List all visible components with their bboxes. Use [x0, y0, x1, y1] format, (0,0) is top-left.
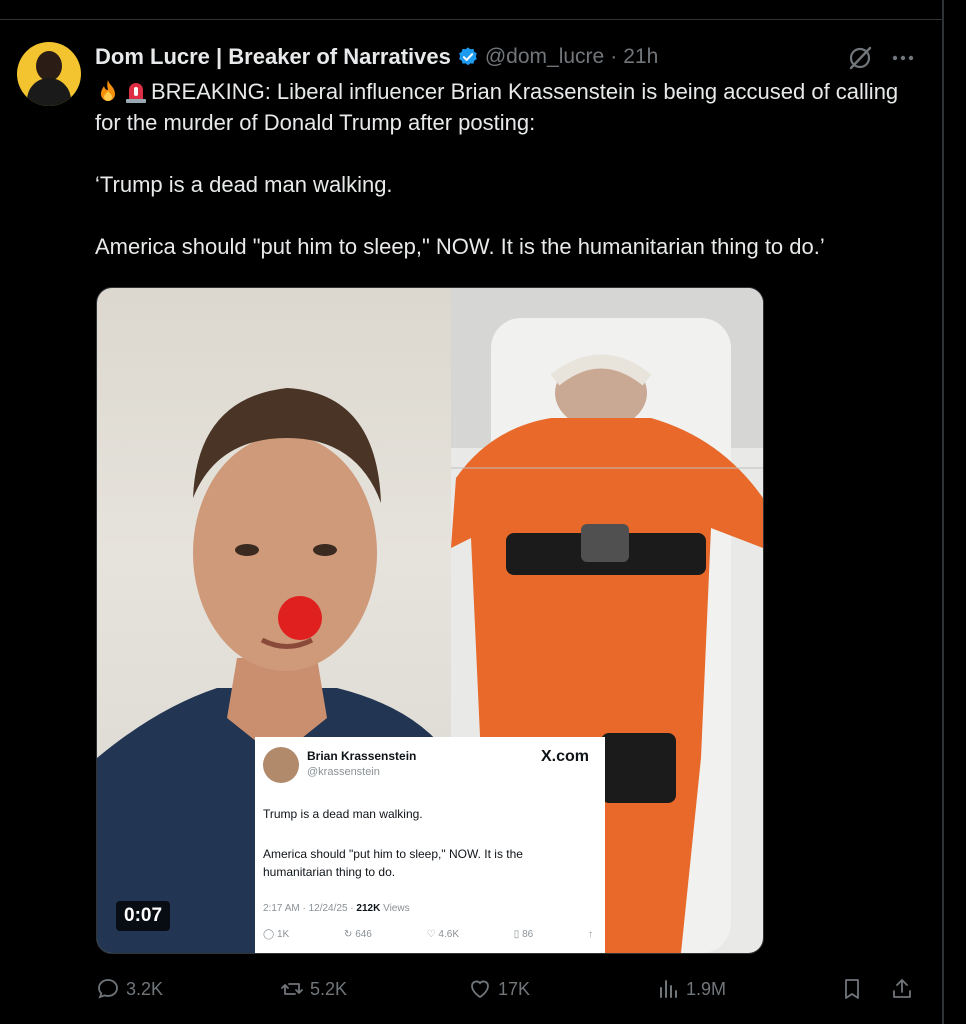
tweet-text-line-3: America should "put him to sleep," NOW. … — [95, 234, 825, 259]
reply-icon — [98, 979, 118, 999]
embed-likes: ♡ 4.6K — [426, 929, 459, 940]
tweet-text-line-2: ‘Trump is a dead man walking. — [95, 172, 393, 197]
top-divider — [0, 19, 942, 20]
embed-text-line-2: America should "put him to sleep," NOW. … — [263, 847, 523, 879]
views-icon — [660, 980, 677, 998]
embed-actions: ◯ 1K ↻ 646 ♡ 4.6K ▯ 86 ↑ — [263, 929, 593, 940]
embed-views-count: 212K — [356, 903, 381, 914]
embed-share-icon: ↑ — [588, 929, 593, 940]
red-nose-circle — [278, 596, 322, 640]
repost-icon — [281, 983, 303, 995]
meta-separator: · — [610, 45, 618, 68]
embed-meta: 2:17 AM · 12/24/25 · 212K Views — [263, 903, 410, 914]
embed-text-line-1: Trump is a dead man walking. — [263, 807, 423, 821]
heart-icon — [471, 980, 489, 999]
like-count: 17K — [498, 978, 531, 999]
share-button[interactable] — [890, 973, 914, 1005]
tweet-text: BREAKING: Liberal influencer Brian Krass… — [95, 76, 925, 262]
tweet-header: Dom Lucre | Breaker of Narratives @dom_l… — [95, 42, 658, 72]
author-avatar[interactable] — [17, 42, 81, 106]
repost-button[interactable]: 5.2K — [280, 973, 347, 1005]
embed-bookmarks: ▯ 86 — [513, 929, 534, 940]
tweet-actions-bar: 3.2K 5.2K 17K 1.9M — [96, 973, 926, 1005]
video-media[interactable]: Brian Krassenstein @krassenstein X.com T… — [96, 287, 764, 954]
reply-count: 3.2K — [126, 978, 164, 999]
bookmark-icon — [845, 979, 859, 999]
repost-count: 5.2K — [310, 978, 348, 999]
author-handle[interactable]: @dom_lucre — [485, 45, 604, 69]
embed-likes-count: 4.6K — [438, 929, 459, 940]
tweet-text-line-1: BREAKING: Liberal influencer Brian Krass… — [95, 79, 899, 135]
like-button[interactable]: 17K — [468, 973, 530, 1005]
fire-emoji-icon — [101, 80, 115, 101]
embed-avatar — [263, 747, 299, 783]
embed-views-label: Views — [380, 903, 410, 914]
embed-author-handle: @krassenstein — [307, 766, 380, 778]
embed-timestamp: 2:17 AM · 12/24/25 · — [263, 903, 357, 914]
right-divider — [942, 0, 944, 1024]
video-duration-badge: 0:07 — [116, 901, 171, 931]
embed-reposts-count: 646 — [355, 929, 372, 940]
reply-button[interactable]: 3.2K — [96, 973, 163, 1005]
avatar-body-shape — [27, 78, 71, 106]
grok-icon[interactable] — [846, 44, 874, 72]
avatar-head-shape — [36, 51, 62, 81]
embed-author-name: Brian Krassenstein — [307, 749, 417, 763]
author-name[interactable]: Dom Lucre | Breaker of Narratives — [95, 44, 451, 70]
share-icon — [893, 979, 911, 998]
views-count: 1.9M — [686, 978, 727, 999]
embed-site-label: X.com — [540, 748, 589, 765]
tweet-text-paragraph-1: BREAKING: Liberal influencer Brian Krass… — [95, 76, 925, 138]
embed-reposts: ↻ 646 — [344, 929, 372, 940]
views-button[interactable]: 1.9M — [656, 973, 726, 1005]
bookmark-button[interactable] — [840, 973, 864, 1005]
embedded-post-card: Brian Krassenstein @krassenstein X.com T… — [255, 737, 605, 953]
embed-replies-count: 1K — [276, 929, 290, 940]
tweet-time[interactable]: 21h — [623, 45, 658, 69]
embed-bookmarks-count: 86 — [522, 929, 534, 940]
embed-replies: ◯ 1K — [263, 929, 290, 940]
verified-badge-icon[interactable] — [457, 46, 479, 68]
siren-emoji-icon — [126, 83, 146, 103]
more-icon[interactable] — [889, 44, 917, 72]
